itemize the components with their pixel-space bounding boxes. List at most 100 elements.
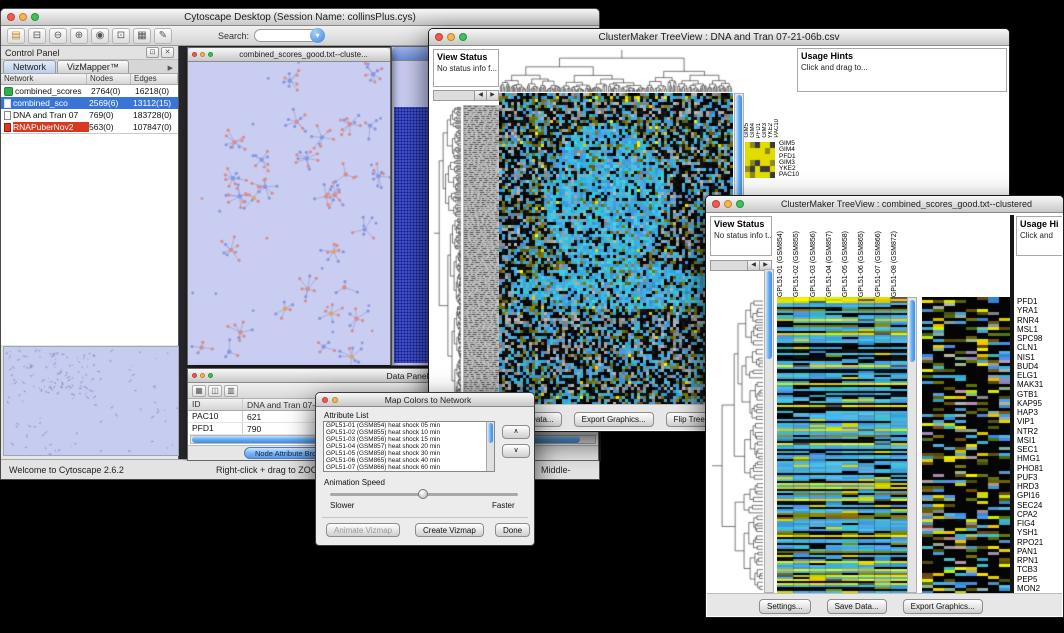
column-dendrogram-canvas[interactable] [499,48,733,93]
zoom-icon[interactable] [208,373,213,378]
zoom-fit-icon[interactable]: ⊡ [112,28,130,44]
close-icon[interactable] [435,33,443,41]
gene-list-item[interactable]: MSL1 [1017,325,1062,334]
gene-list-item[interactable]: SEC24 [1017,501,1062,510]
treeview1-titlebar[interactable]: ClusterMaker TreeView : DNA and Tran 07-… [429,29,1009,46]
gene-list-item[interactable]: SEC1 [1017,445,1062,454]
gene-list-item[interactable]: GTB1 [1017,390,1062,399]
scrollbar-thumb[interactable] [766,271,772,359]
slider-thumb[interactable] [418,489,428,499]
minimize-icon[interactable] [724,200,732,208]
gene-list-item[interactable]: ELG1 [1017,371,1062,380]
attribute-list-scrollbar[interactable] [486,422,494,471]
gene-list-item[interactable]: PUF3 [1017,473,1062,482]
attribute-item[interactable]: GPL51-02 (GSM855) heat shock 10 min [324,429,494,436]
scroll-left-icon[interactable]: ◀ [474,91,486,100]
close-icon[interactable] [192,373,197,378]
network-view-titlebar[interactable]: combined_scores_good.txt--cluste... [188,48,390,62]
scrollbar-thumb[interactable] [488,423,493,443]
tab-vizmapper[interactable]: VizMapper™ [57,60,129,73]
gene-list-item[interactable]: HMG1 [1017,454,1062,463]
dendrogram-vscrollbar[interactable] [764,269,774,593]
treeview1-hscrollbar[interactable]: ◀▶ [433,90,499,101]
gene-list-item[interactable]: FIG4 [1017,519,1062,528]
network-row[interactable]: RNAPuberNov2 563(0) 107847(0) [1,121,178,133]
gene-list-item[interactable]: HRD3 [1017,482,1062,491]
minimize-icon[interactable] [200,52,205,57]
gene-list-item[interactable]: YRA1 [1017,306,1062,315]
treeview-button[interactable]: Export Graphics... [574,412,654,427]
gene-list-item[interactable]: MON2 [1017,584,1062,593]
animation-speed-slider[interactable] [330,493,518,496]
gene-list-item[interactable]: PAN1 [1017,547,1062,556]
network-row[interactable]: combined_scores 2764(0) 16218(0) [1,85,178,97]
zoom-window-icon[interactable] [31,13,39,21]
scroll-track[interactable] [711,261,747,270]
attribute-item[interactable]: GPL51-05 (GSM858) heat shock 30 min [324,450,494,457]
dialog-titlebar[interactable]: Map Colors to Network [316,393,534,407]
zoom-icon[interactable] [736,200,744,208]
gene-list-item[interactable]: TCB3 [1017,565,1062,574]
network-overview-thumbnail[interactable] [3,346,179,456]
network-row[interactable]: combined_sco 2569(6) 13112(15) [1,97,178,109]
row-dendrogram-canvas[interactable] [433,105,462,404]
gene-list-item[interactable]: RPO21 [1017,538,1062,547]
treeview-button[interactable]: Export Graphics... [903,599,983,614]
gene-list-item[interactable]: HAP3 [1017,408,1062,417]
main-window-titlebar[interactable]: Cytoscape Desktop (Session Name: collins… [1,9,599,26]
secondary-heatmap-canvas[interactable] [922,297,1010,593]
scrollbar-thumb[interactable] [909,300,915,362]
move-up-button[interactable]: ∧ [502,425,530,439]
search-dropdown-icon[interactable]: ▾ [310,28,325,43]
minimize-icon[interactable] [332,397,338,403]
create-attribute-icon[interactable]: ◫ [208,385,222,397]
treeview2-hscrollbar[interactable]: ◀▶ [710,260,772,271]
move-down-button[interactable]: ∨ [502,444,530,458]
done-button[interactable]: Done [495,523,530,537]
close-window-icon[interactable] [7,13,15,21]
zoom-selected-icon[interactable]: ◉ [91,28,109,44]
network-row[interactable]: DNA and Tran 07 769(0) 183728(0) [1,109,178,121]
snapshot-icon[interactable]: ▦ [133,28,151,44]
attribute-item[interactable]: GPL51-04 (GSM857) heat shock 20 min [324,443,494,450]
summary-heatmap-canvas[interactable] [745,142,775,178]
open-session-icon[interactable]: ▤ [7,28,25,44]
treeview-button[interactable]: Settings... [759,599,811,614]
zoom-icon[interactable] [208,52,213,57]
heatmap-vscrollbar[interactable] [907,297,917,593]
gene-list-item[interactable]: PEP5 [1017,575,1062,584]
gene-list-item[interactable]: RPN1 [1017,556,1062,565]
float-panel-icon[interactable]: ⊡ [146,47,159,58]
gene-list-item[interactable]: CLN1 [1017,343,1062,352]
attribute-item[interactable]: GPL51-06 (GSM865) heat shock 40 min [324,457,494,464]
minimize-icon[interactable] [447,33,455,41]
close-icon[interactable] [192,52,197,57]
gene-list-item[interactable]: CPA2 [1017,510,1062,519]
close-icon[interactable] [712,200,720,208]
gene-list-item[interactable]: PFD1 [1017,297,1062,306]
expression-heatmap-canvas[interactable] [499,93,733,404]
scroll-left-icon[interactable]: ◀ [747,261,759,270]
minimize-window-icon[interactable] [19,13,27,21]
gene-list-item[interactable]: MAK31 [1017,380,1062,389]
select-attributes-icon[interactable]: ▦ [192,385,206,397]
background-network-titlebar[interactable] [392,47,432,61]
zoom-out-icon[interactable]: ⊖ [49,28,67,44]
zoom-in-icon[interactable]: ⊕ [70,28,88,44]
scroll-right-icon[interactable]: ▶ [486,91,498,100]
tab-network[interactable]: Network [3,60,56,73]
annotation-icon[interactable]: ✎ [154,28,172,44]
gene-list-item[interactable]: RNR4 [1017,316,1062,325]
delete-attribute-icon[interactable]: ▥ [224,385,238,397]
scroll-track[interactable] [434,91,474,100]
search-input[interactable]: ▾ [254,29,324,42]
gene-list-item[interactable]: VIP1 [1017,417,1062,426]
create-vizmap-button[interactable]: Create Vizmap [415,523,484,537]
gene-list-item[interactable]: NIS1 [1017,353,1062,362]
gene-list-item[interactable]: SPC98 [1017,334,1062,343]
gene-list-item[interactable]: KAP95 [1017,399,1062,408]
attribute-item[interactable]: GPL51-03 (GSM856) heat shock 15 min [324,436,494,443]
gene-list-item[interactable]: BUD4 [1017,362,1062,371]
tab-overflow-icon[interactable]: ▶ [165,64,176,73]
zoom-icon[interactable] [459,33,467,41]
